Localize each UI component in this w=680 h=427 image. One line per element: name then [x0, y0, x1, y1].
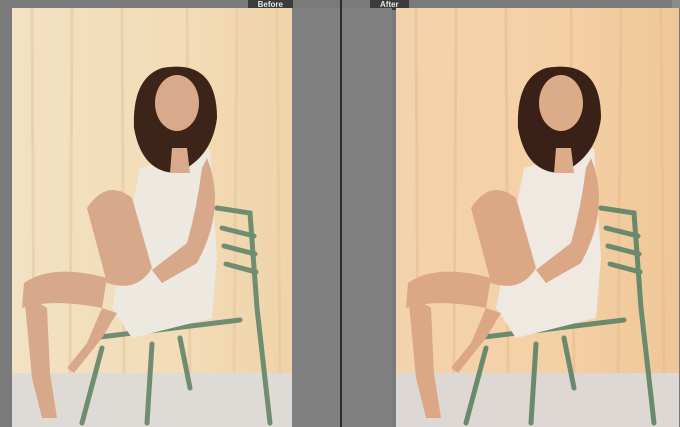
before-canvas-margin — [292, 8, 342, 427]
floor — [396, 373, 679, 427]
before-photo-art — [12, 8, 292, 427]
corner-control[interactable] — [672, 0, 680, 8]
after-canvas-margin — [342, 8, 392, 427]
before-photo — [12, 8, 292, 427]
after-pane: After — [342, 0, 680, 427]
before-pane: Before — [0, 0, 342, 427]
after-photo-art — [396, 8, 679, 427]
after-photo — [396, 8, 679, 427]
